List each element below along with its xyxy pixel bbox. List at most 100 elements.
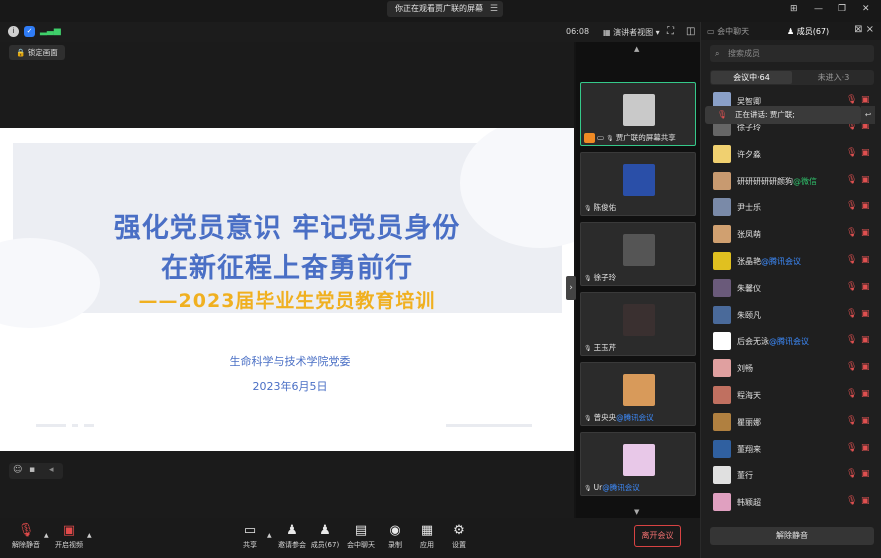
avatar [713,466,731,485]
mic-off-icon[interactable]: 🎙 [846,416,857,426]
member-row[interactable]: 尹士乐 🎙 ▣ [701,194,881,220]
comment-icon[interactable]: ▪ [29,465,35,475]
member-row[interactable]: 刘畅 🎙 ▣ [701,355,881,381]
video-tile-name-text: 曾央央 [593,413,617,422]
collapse-tools-icon[interactable]: ◂ [49,465,54,475]
minimize-icon[interactable]: — [814,4,823,14]
mic-off-icon[interactable]: 🎙 [846,443,857,453]
video-tile[interactable]: 🎙 曾央央@腾讯会议 [580,362,696,426]
member-search-input[interactable]: ⌕ 搜索成员 [710,45,874,62]
member-row[interactable]: 董行 🎙 ▣ [701,462,881,488]
mic-off-icon[interactable]: 🎙 [846,362,857,372]
member-row[interactable]: 韩颖超 🎙 ▣ [701,489,881,515]
camera-off-icon[interactable]: ▣ [861,255,870,265]
tab-not-joined[interactable]: 未进入·3 [794,71,873,84]
camera-off-icon[interactable]: ▣ [861,282,870,292]
maximize-icon[interactable]: ❐ [838,4,846,14]
video-tile[interactable]: ▭ 🎙 贾广联的屏幕共享 [580,82,696,146]
layout-icon[interactable]: ◫ [686,26,695,37]
info-icon[interactable]: i [8,26,19,37]
member-row[interactable]: 张晶艳@腾讯会议 🎙 ▣ [701,248,881,274]
screen-share-banner[interactable]: 你正在观看贾广联的屏幕 ☰ [387,1,503,17]
camera-off-icon[interactable]: ▣ [861,175,870,185]
leave-meeting-button[interactable]: 离开会议 [634,525,681,547]
mic-off-icon[interactable]: 🎙 [846,282,857,292]
video-tile[interactable]: 🎙 徐子玲 [580,222,696,286]
camera-off-icon[interactable]: ▣ [861,201,870,211]
fullscreen-icon[interactable]: ⛶ [667,26,674,37]
member-row[interactable]: 研研研研研颜狗@微信 🎙 ▣ [701,168,881,194]
members-button[interactable]: ♟ 成员(67) [305,522,345,550]
search-icon: ⌕ [715,49,720,58]
member-row[interactable]: 程海天 🎙 ▣ [701,382,881,408]
camera-off-icon[interactable]: ▣ [861,148,870,158]
member-row[interactable]: 后会无泳@腾讯会议 🎙 ▣ [701,328,881,354]
unmute-button[interactable]: 🎙 解除静音 [6,522,46,550]
video-tile[interactable]: 🎙 王玉芹 [580,292,696,356]
camera-off-icon[interactable]: ▣ [861,309,870,319]
mic-off-icon[interactable]: 🎙 [846,309,857,319]
share-label: 共享 [243,541,257,549]
start-video-button[interactable]: ▣ 开启视频 [49,522,89,550]
camera-off-icon[interactable]: ▣ [861,95,870,105]
chevron-up-icon[interactable]: ▲ [87,532,92,539]
shield-icon[interactable]: ✓ [24,26,35,37]
member-name-text: 后会无泳 [737,337,769,347]
camera-off-icon[interactable]: ▣ [861,362,870,372]
view-mode-label: 演讲者视图 [613,28,654,37]
emoji-icon[interactable]: ☺ [13,465,22,475]
mic-off-icon[interactable]: 🎙 [846,148,857,158]
collapse-videos-button[interactable]: › [566,276,576,300]
member-row[interactable]: 瞿丽娜 🎙 ▣ [701,409,881,435]
video-tile[interactable]: 🎙 Ur@腾讯会议 [580,432,696,496]
tab-in-meeting[interactable]: 会议中·64 [711,71,792,84]
mic-off-icon[interactable]: 🎙 [846,389,857,399]
mic-off-icon[interactable]: 🎙 [846,95,857,105]
member-row[interactable]: 张凤萌 🎙 ▣ [701,221,881,247]
camera-off-icon[interactable]: ▣ [861,416,870,426]
share-screen-icon: ▭ [243,523,257,538]
tab-members[interactable]: ♟ 成员(67) [787,26,829,37]
camera-off-icon[interactable]: ▣ [861,469,870,479]
camera-off-icon[interactable]: ▣ [861,228,870,238]
video-tile-name: ▭ 🎙 贾广联的屏幕共享 [584,132,676,143]
mic-off-icon[interactable]: 🎙 [846,201,857,211]
video-tile[interactable]: 🎙 陈俊佑 [580,152,696,216]
view-mode-dropdown[interactable]: ▦ 演讲者视图 ▾ [603,27,660,38]
mic-off-icon[interactable]: 🎙 [846,228,857,238]
member-search-placeholder: 搜索成员 [728,49,760,58]
mic-off-icon[interactable]: 🎙 [846,175,857,185]
reply-icon[interactable]: ↩ [861,106,875,124]
pin-icon[interactable]: ⊞ [790,4,798,14]
mic-icon: 🎙 [584,275,592,282]
mic-off-icon[interactable]: 🎙 [846,496,857,506]
unmute-all-button[interactable]: 解除静音 [710,527,874,545]
mic-off-icon[interactable]: 🎙 [846,335,857,345]
close-icon[interactable]: ✕ [862,4,870,14]
member-row[interactable]: 朱馨仪 🎙 ▣ [701,275,881,301]
member-row[interactable]: 许夕淼 🎙 ▣ [701,141,881,167]
camera-off-icon[interactable]: ▣ [861,443,870,453]
lock-view-button[interactable]: 🔒 锁定画面 [9,45,65,60]
chevron-up-icon[interactable]: ▲ [267,532,272,539]
member-row[interactable]: 董翔来 🎙 ▣ [701,436,881,462]
scroll-up-icon[interactable]: ▲ [634,45,639,53]
camera-off-icon[interactable]: ▣ [861,389,870,399]
chevron-up-icon[interactable]: ▲ [44,532,49,539]
camera-off-icon[interactable]: ▣ [861,496,870,506]
member-row[interactable]: 朱颐凡 🎙 ▣ [701,302,881,328]
video-tile-name: 🎙 陈俊佑 [584,202,616,213]
avatar [713,386,731,404]
settings-button[interactable]: ⚙ 设置 [439,522,479,550]
scroll-down-icon[interactable]: ▼ [634,508,639,516]
mic-off-icon[interactable]: 🎙 [846,255,857,265]
member-name-text: 刘畅 [737,364,753,374]
collapse-icon[interactable]: ☰ [490,1,498,17]
camera-off-icon[interactable]: ▣ [861,335,870,345]
slide-organization: 生命科学与技术学院党委 [229,355,351,368]
mic-off-icon[interactable]: 🎙 [846,469,857,479]
share-button[interactable]: ▭ 共享 [230,522,270,550]
tab-chat[interactable]: ▭ 会中聊天 [707,26,749,37]
close-panel-icon[interactable]: ⊠ × [854,24,874,35]
member-name-text: 研研研研研颜狗 [737,176,793,186]
